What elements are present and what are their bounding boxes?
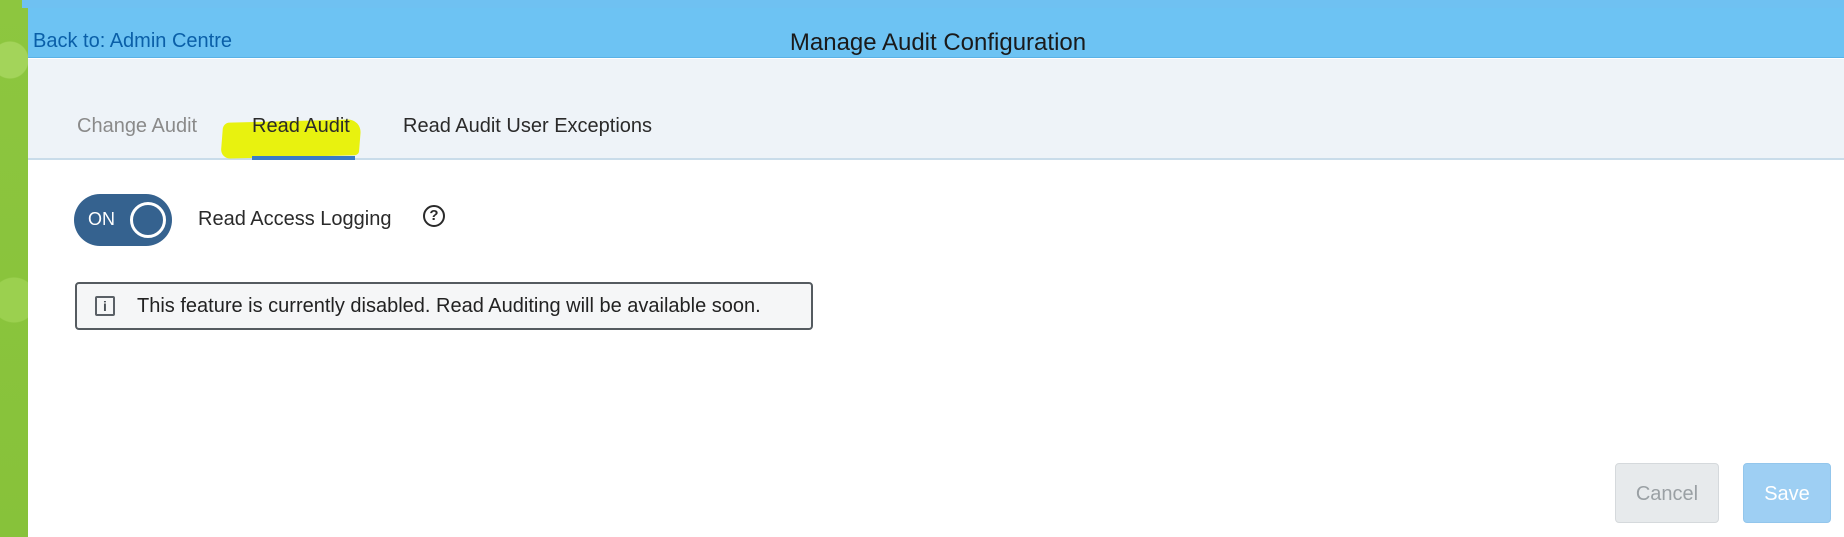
tab-read-audit[interactable]: Read Audit (252, 115, 350, 138)
window-top-edge (22, 0, 1844, 8)
active-tab-indicator (252, 156, 355, 160)
audit-config-window: Manage Audit Configuration Back to: Admi… (28, 8, 1844, 537)
back-to-admin-link[interactable]: Back to: Admin Centre (33, 30, 232, 53)
save-button[interactable]: Save (1743, 463, 1831, 523)
tab-read-audit-user-exceptions[interactable]: Read Audit User Exceptions (403, 115, 652, 138)
notice-text: This feature is currently disabled. Read… (137, 295, 761, 317)
read-access-logging-toggle[interactable]: ON (74, 194, 172, 246)
page-title: Manage Audit Configuration (789, 29, 1087, 56)
help-icon[interactable]: ? (423, 205, 445, 227)
read-access-logging-label: Read Access Logging (198, 208, 392, 230)
toggle-knob (130, 202, 166, 238)
toggle-state-label: ON (88, 209, 115, 229)
header-bar: Manage Audit Configuration Back to: Admi… (28, 8, 1844, 58)
tab-change-audit[interactable]: Change Audit (77, 115, 197, 138)
info-notice: i This feature is currently disabled. Re… (75, 282, 813, 330)
tab-bar: Change Audit Read Audit Read Audit User … (28, 59, 1844, 160)
info-icon: i (95, 296, 115, 316)
cancel-button[interactable]: Cancel (1615, 463, 1719, 523)
